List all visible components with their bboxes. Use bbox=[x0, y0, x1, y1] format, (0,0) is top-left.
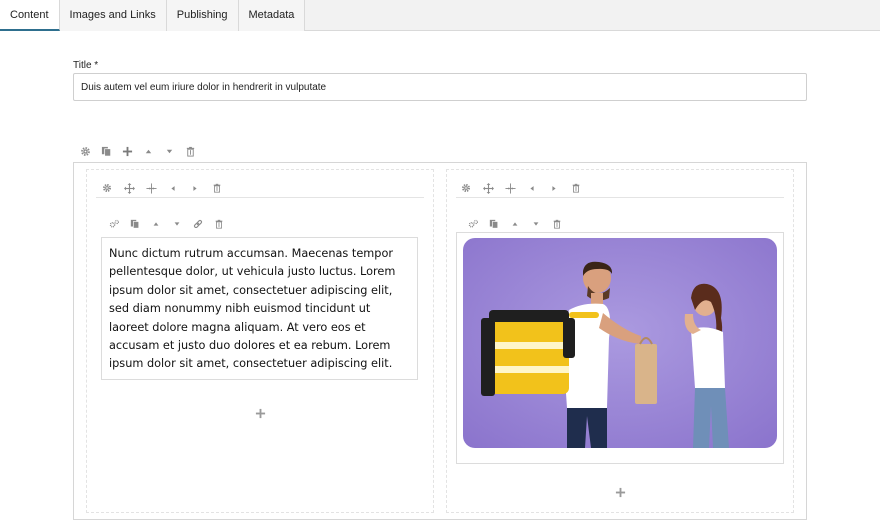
tab-bar: Content Images and Links Publishing Meta… bbox=[0, 0, 880, 31]
arrow-down-icon[interactable] bbox=[530, 218, 542, 230]
image-block-toolbar bbox=[467, 218, 563, 230]
text-block-toolbar bbox=[108, 218, 225, 230]
copy-icon[interactable] bbox=[100, 145, 112, 157]
gear-icon[interactable] bbox=[79, 145, 91, 157]
tab-metadata[interactable]: Metadata bbox=[238, 0, 306, 31]
tab-images-and-links[interactable]: Images and Links bbox=[59, 0, 167, 31]
left-column-toolbar bbox=[101, 182, 223, 194]
plus-icon bbox=[615, 487, 625, 497]
arrow-up-icon[interactable] bbox=[509, 218, 521, 230]
arrow-right-icon[interactable] bbox=[189, 182, 201, 194]
delivery-photo bbox=[463, 238, 777, 448]
row-toolbar bbox=[79, 145, 196, 157]
title-label: Title * bbox=[73, 60, 99, 71]
arrow-left-icon[interactable] bbox=[167, 182, 179, 194]
gear-icon[interactable] bbox=[460, 182, 472, 194]
settings-icon[interactable] bbox=[467, 218, 479, 230]
right-column-toolbar bbox=[460, 182, 582, 194]
gear-icon[interactable] bbox=[101, 182, 113, 194]
text-block[interactable]: Nunc dictum rutrum accumsan. Maecenas te… bbox=[101, 237, 418, 380]
trash-icon[interactable] bbox=[213, 218, 225, 230]
add-component-button[interactable] bbox=[253, 406, 267, 420]
plus-icon bbox=[255, 408, 265, 418]
copy-icon[interactable] bbox=[129, 218, 141, 230]
resize-icon[interactable] bbox=[504, 182, 516, 194]
tab-content[interactable]: Content bbox=[0, 0, 60, 31]
arrow-up-icon[interactable] bbox=[142, 145, 154, 157]
arrow-left-icon[interactable] bbox=[526, 182, 538, 194]
copy-icon[interactable] bbox=[488, 218, 500, 230]
settings-icon[interactable] bbox=[108, 218, 120, 230]
resize-icon[interactable] bbox=[145, 182, 157, 194]
column-divider bbox=[96, 197, 424, 198]
arrow-up-icon[interactable] bbox=[150, 218, 162, 230]
plus-icon[interactable] bbox=[121, 145, 133, 157]
link-icon[interactable] bbox=[192, 218, 204, 230]
column-divider bbox=[456, 197, 784, 198]
move-icon[interactable] bbox=[482, 182, 494, 194]
tab-publishing[interactable]: Publishing bbox=[166, 0, 239, 31]
arrow-right-icon[interactable] bbox=[548, 182, 560, 194]
trash-icon[interactable] bbox=[570, 182, 582, 194]
add-component-button[interactable] bbox=[613, 485, 627, 499]
move-icon[interactable] bbox=[123, 182, 135, 194]
title-input[interactable] bbox=[73, 73, 807, 101]
trash-icon[interactable] bbox=[551, 218, 563, 230]
trash-icon[interactable] bbox=[211, 182, 223, 194]
arrow-down-icon[interactable] bbox=[163, 145, 175, 157]
arrow-down-icon[interactable] bbox=[171, 218, 183, 230]
trash-icon[interactable] bbox=[184, 145, 196, 157]
